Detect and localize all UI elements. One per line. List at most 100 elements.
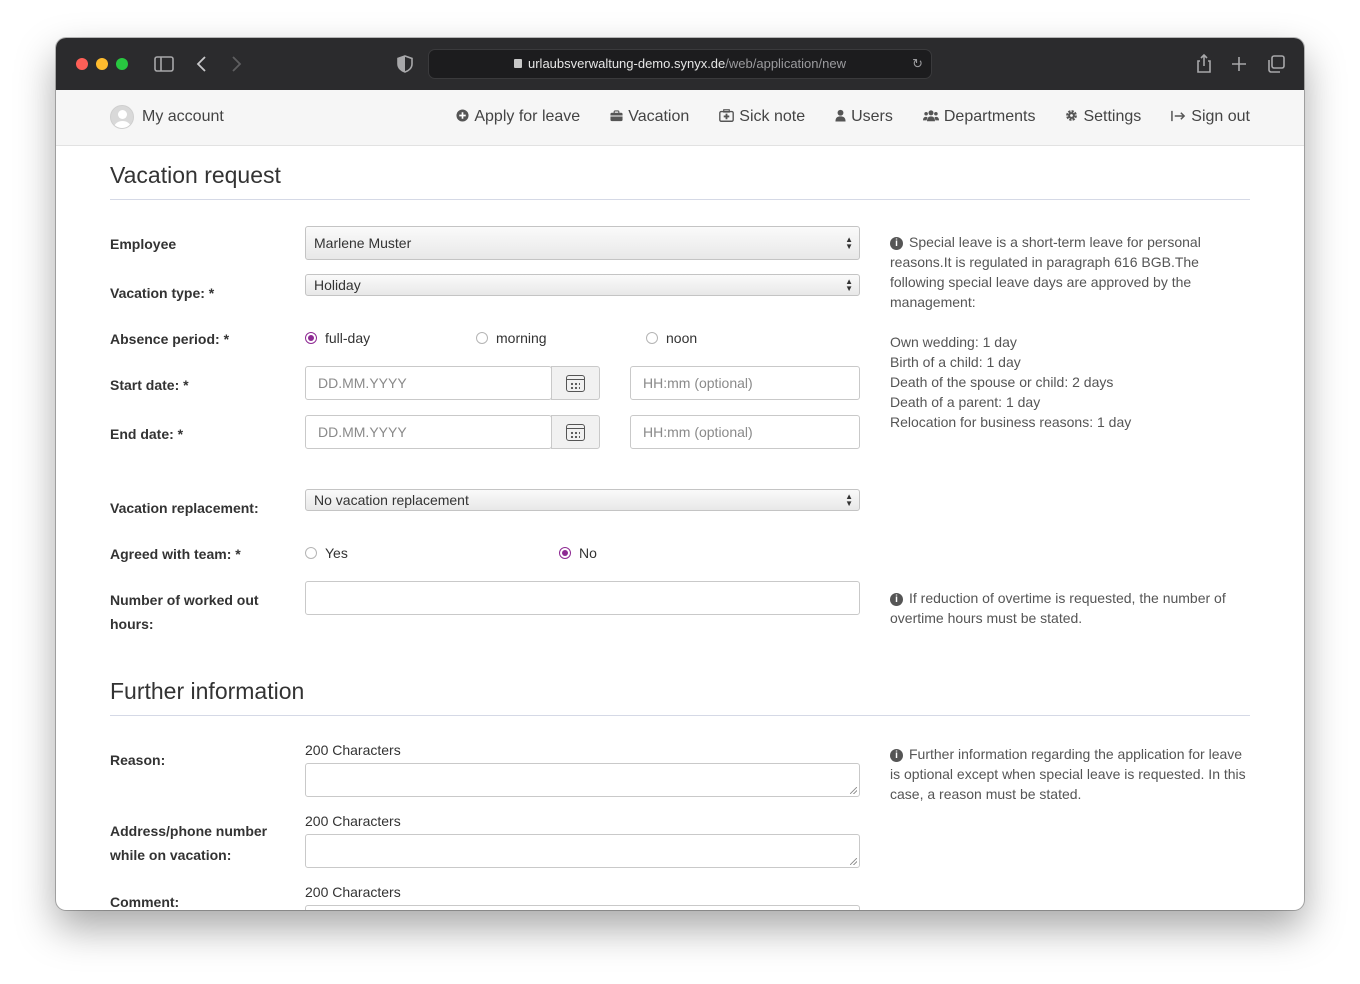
nav-label: Vacation	[628, 108, 690, 125]
back-icon[interactable]	[190, 52, 214, 76]
url-domain: urlaubsverwaltung-demo.synyx.de	[528, 56, 726, 71]
address-label: Address/phone number while on vacation:	[110, 819, 267, 867]
briefcase-icon	[610, 109, 623, 125]
special-leave-item: Death of a parent: 1 day	[890, 394, 1041, 410]
vacation-replacement-label: Vacation replacement:	[110, 500, 259, 516]
further-info-help: i Further information regarding the appli…	[890, 744, 1250, 804]
lock-icon	[514, 59, 522, 68]
nav-item-settings[interactable]: Settings	[1065, 108, 1141, 126]
select-arrows-icon: ▲ ▼	[845, 235, 853, 251]
reload-icon[interactable]: ↻	[912, 50, 923, 78]
sign-out-icon	[1171, 110, 1186, 125]
sidebar-icon[interactable]	[152, 52, 176, 76]
medkit-icon	[719, 109, 735, 125]
address-bar[interactable]: urlaubsverwaltung-demo.synyx.de/web/appl…	[428, 49, 932, 79]
agreed-radio-no[interactable]: No	[559, 545, 597, 561]
avatar	[110, 105, 134, 129]
agreed-with-team-label: Agreed with team: *	[110, 546, 241, 562]
tab-overview-icon[interactable]	[1264, 52, 1288, 76]
plus-circle-icon	[456, 109, 469, 125]
page-title: Vacation request	[110, 162, 281, 188]
agreed-radio-yes[interactable]: Yes	[305, 545, 348, 561]
absence-radio-noon[interactable]: noon	[646, 330, 697, 346]
address-textarea[interactable]	[305, 834, 860, 868]
worked-hours-label-line1: Number of worked out	[110, 592, 259, 608]
address-char-hint: 200 Characters	[305, 813, 401, 829]
special-leave-intro: Special leave is a short-term leave for …	[890, 234, 1201, 310]
zoom-window-button[interactable]	[116, 58, 128, 70]
absence-option-label: noon	[666, 330, 698, 346]
share-icon[interactable]	[1192, 52, 1216, 76]
worked-hours-input[interactable]	[305, 581, 860, 615]
calendar-icon	[566, 423, 585, 441]
select-arrows-icon: ▲ ▼	[845, 277, 853, 293]
new-tab-icon[interactable]	[1227, 52, 1251, 76]
end-time-input[interactable]: HH:mm (optional)	[630, 415, 860, 449]
absence-period-label: Absence period: *	[110, 331, 230, 347]
end-date-label: End date: *	[110, 426, 184, 442]
browser-titlebar: urlaubsverwaltung-demo.synyx.de/web/appl…	[56, 38, 1304, 90]
radio-button[interactable]	[476, 332, 488, 344]
vacation-replacement-select-value: No vacation replacement	[314, 492, 469, 508]
nav-label: Departments	[943, 108, 1036, 125]
special-leave-help: i Special leave is a short-term leave for…	[890, 232, 1250, 432]
nav-item-sign-out[interactable]: Sign out	[1171, 108, 1250, 126]
comment-char-hint: 200 Characters	[305, 884, 401, 900]
app-navbar: My account Apply for leave Vacation Sick…	[56, 90, 1304, 146]
agreed-option-label: No	[579, 545, 597, 561]
overtime-help-text: If reduction of overtime is requested, t…	[890, 590, 1226, 626]
group-icon	[922, 109, 939, 125]
end-date-calendar-button[interactable]	[551, 415, 600, 449]
comment-textarea[interactable]	[305, 905, 860, 910]
vacation-replacement-select[interactable]: No vacation replacement ▲ ▼	[305, 489, 860, 511]
reason-label: Reason:	[110, 752, 166, 768]
reason-textarea[interactable]	[305, 763, 860, 797]
vacation-type-select-value: Holiday	[314, 277, 361, 293]
radio-button[interactable]	[559, 547, 571, 559]
further-info-help-text: Further information regarding the applic…	[890, 746, 1246, 802]
my-account-link[interactable]: My account	[110, 104, 224, 130]
special-leave-item: Birth of a child: 1 day	[890, 354, 1021, 370]
user-icon	[835, 109, 846, 125]
special-leave-item: Death of the spouse or child: 2 days	[890, 374, 1114, 390]
end-date-input[interactable]: DD.MM.YYYY	[305, 415, 552, 449]
privacy-shield-icon[interactable]	[393, 52, 417, 76]
title-divider	[110, 199, 1250, 200]
nav-item-departments[interactable]: Departments	[922, 108, 1036, 126]
start-date-calendar-button[interactable]	[551, 366, 600, 400]
radio-button[interactable]	[646, 332, 658, 344]
further-info-title: Further information	[110, 678, 305, 704]
vacation-type-select[interactable]: Holiday ▲ ▼	[305, 274, 860, 296]
start-date-input[interactable]: DD.MM.YYYY	[305, 366, 552, 400]
worked-hours-label-line2: hours:	[110, 616, 154, 632]
info-icon: i	[890, 593, 903, 606]
minimize-window-button[interactable]	[96, 58, 108, 70]
nav-item-users[interactable]: Users	[835, 108, 893, 126]
forward-icon[interactable]	[224, 52, 248, 76]
comment-label: Comment:	[110, 894, 180, 910]
nav-menu: Apply for leave Vacation Sick note Users…	[426, 104, 1250, 130]
absence-option-label: morning	[496, 330, 547, 346]
overtime-help: i If reduction of overtime is requested, …	[890, 588, 1250, 628]
gear-icon	[1065, 109, 1078, 125]
nav-label: Users	[851, 108, 893, 125]
close-window-button[interactable]	[76, 58, 88, 70]
special-leave-item: Relocation for business reasons: 1 day	[890, 414, 1132, 430]
employee-select[interactable]: Marlene Muster ▲ ▼	[305, 226, 860, 260]
reason-char-hint: 200 Characters	[305, 742, 401, 758]
absence-radio-morning[interactable]: morning	[476, 330, 547, 346]
address-label-line1: Address/phone number	[110, 823, 268, 839]
absence-option-label: full-day	[325, 330, 371, 346]
radio-button[interactable]	[305, 547, 317, 559]
browser-window: urlaubsverwaltung-demo.synyx.de/web/appl…	[56, 38, 1304, 910]
radio-button[interactable]	[305, 332, 317, 344]
agreed-option-label: Yes	[325, 545, 348, 561]
absence-radio-full-day[interactable]: full-day	[305, 330, 370, 346]
nav-item-sick-note[interactable]: Sick note	[719, 108, 805, 126]
nav-item-apply-for-leave[interactable]: Apply for leave	[456, 108, 580, 126]
start-time-input[interactable]: HH:mm (optional)	[630, 366, 860, 400]
vacation-type-label: Vacation type: *	[110, 285, 215, 301]
nav-label: Settings	[1083, 108, 1142, 125]
select-arrows-icon: ▲ ▼	[845, 492, 853, 508]
nav-item-vacation[interactable]: Vacation	[610, 108, 689, 126]
